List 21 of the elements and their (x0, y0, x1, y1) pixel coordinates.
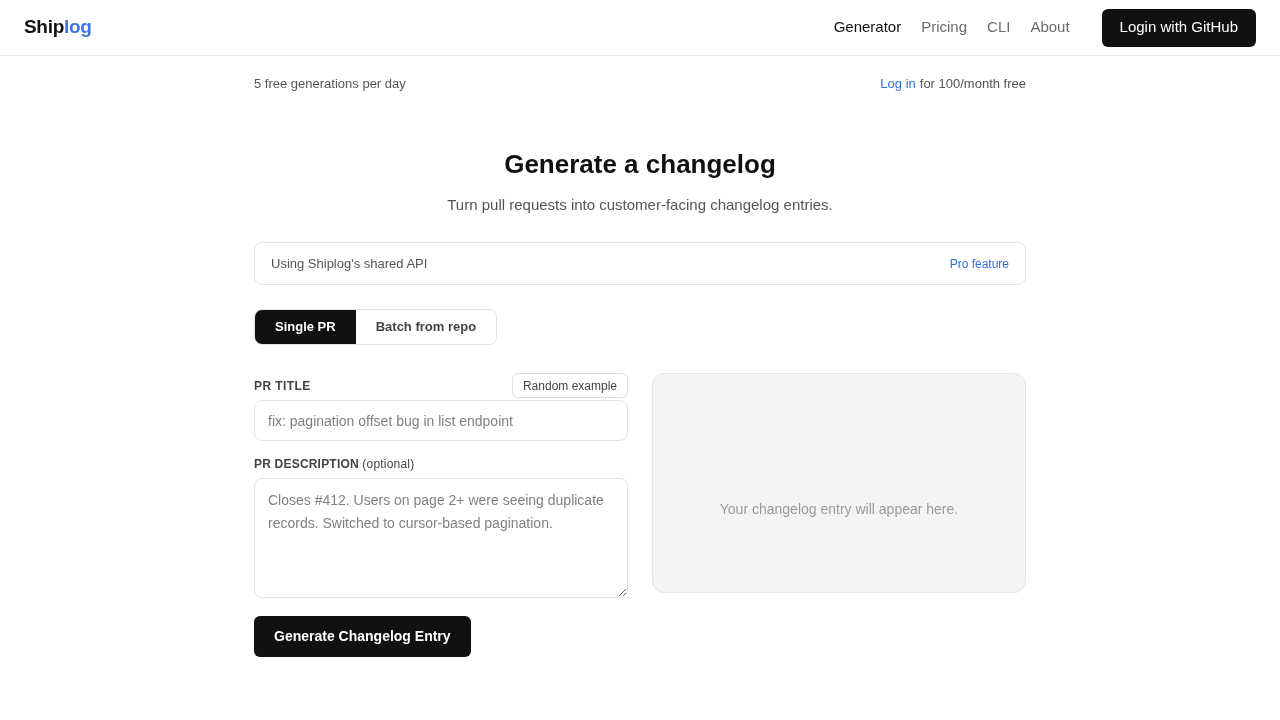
quota-text: for 100/month free (919, 75, 1026, 93)
logo[interactable]: Shiplog (24, 13, 92, 42)
tab[interactable]: Single PR (255, 310, 356, 344)
nav-link[interactable]: About (1030, 16, 1070, 39)
pro-feature-link[interactable]: Pro feature (949, 254, 1009, 273)
pr-description-input[interactable]: Closes #412. Users on page 2+ were seeing duplicate records. Switched to cursor-based pagination. (254, 478, 628, 598)
output-field: Your changelog entry will appear here. (652, 373, 1026, 593)
field-label: PR DESCRIPTION (optional) (254, 456, 416, 473)
login-button[interactable]: Login with GitHub (1101, 8, 1256, 47)
page-subtitle: Turn pull requests into customer-facing changelog entries. (446, 194, 834, 215)
random-example-button[interactable]: Random example (511, 373, 628, 398)
quota-text: 5 free generations per day (254, 75, 406, 93)
nav-link[interactable]: Generator (833, 16, 902, 39)
field-label: PR TITLE (254, 377, 311, 395)
api-notice-text: Using Shiplog's shared API (271, 254, 428, 273)
generate-button[interactable]: Generate Changelog Entry (254, 616, 471, 657)
nav-link[interactable]: CLI (987, 16, 1011, 39)
login-link[interactable]: Log in (880, 74, 916, 94)
pr-title-input[interactable]: fix: pagination offset bug in list endpoint (254, 400, 628, 441)
page-title: Generate a changelog (503, 147, 777, 180)
nav-link[interactable]: Pricing (921, 16, 968, 39)
